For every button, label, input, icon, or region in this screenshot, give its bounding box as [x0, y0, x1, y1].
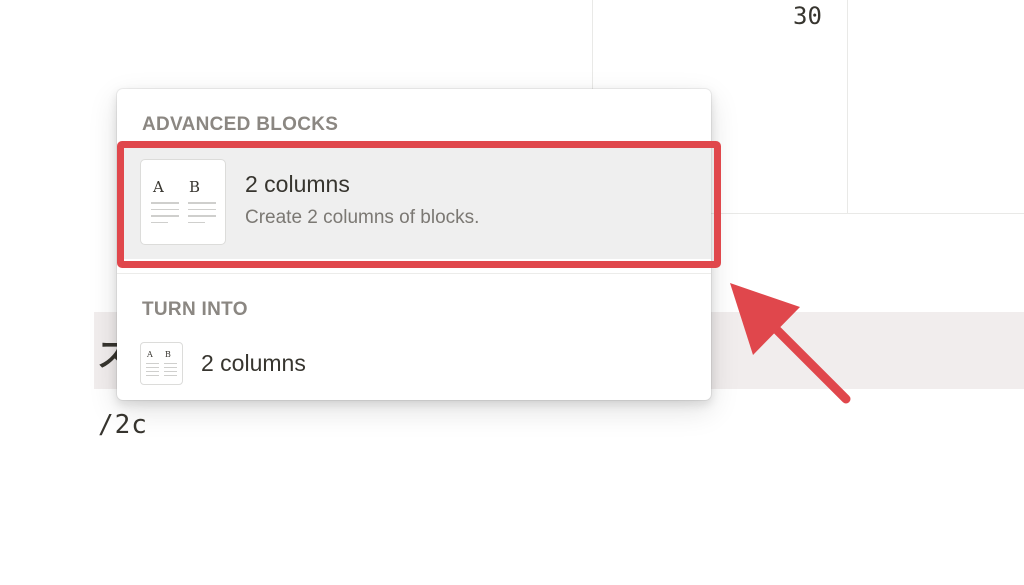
- annotation-highlight-box: [117, 141, 721, 268]
- notion-page: 30 ス /2c ADVANCED BLOCKS A B 2 columns C…: [0, 0, 1024, 585]
- thumb-lines-right: [164, 363, 177, 379]
- section-header-turn-into: TURN INTO: [142, 299, 248, 320]
- arrow-up-left-icon: [730, 283, 851, 404]
- slash-command-text[interactable]: /2c: [98, 410, 148, 440]
- two-columns-small-icon: A B: [140, 342, 183, 385]
- thumb-letter-b: B: [165, 350, 171, 359]
- menu-divider: [117, 273, 711, 274]
- menu-item-turn-into-2-columns[interactable]: A B 2 columns: [117, 334, 711, 390]
- table-column-divider: [847, 0, 848, 213]
- thumb-lines-left: [146, 363, 159, 379]
- thumb-letter-a: A: [147, 350, 153, 359]
- table-cell-value[interactable]: 30: [793, 2, 822, 30]
- menu-item-title: 2 columns: [201, 350, 306, 376]
- section-header-advanced-blocks: ADVANCED BLOCKS: [142, 114, 339, 135]
